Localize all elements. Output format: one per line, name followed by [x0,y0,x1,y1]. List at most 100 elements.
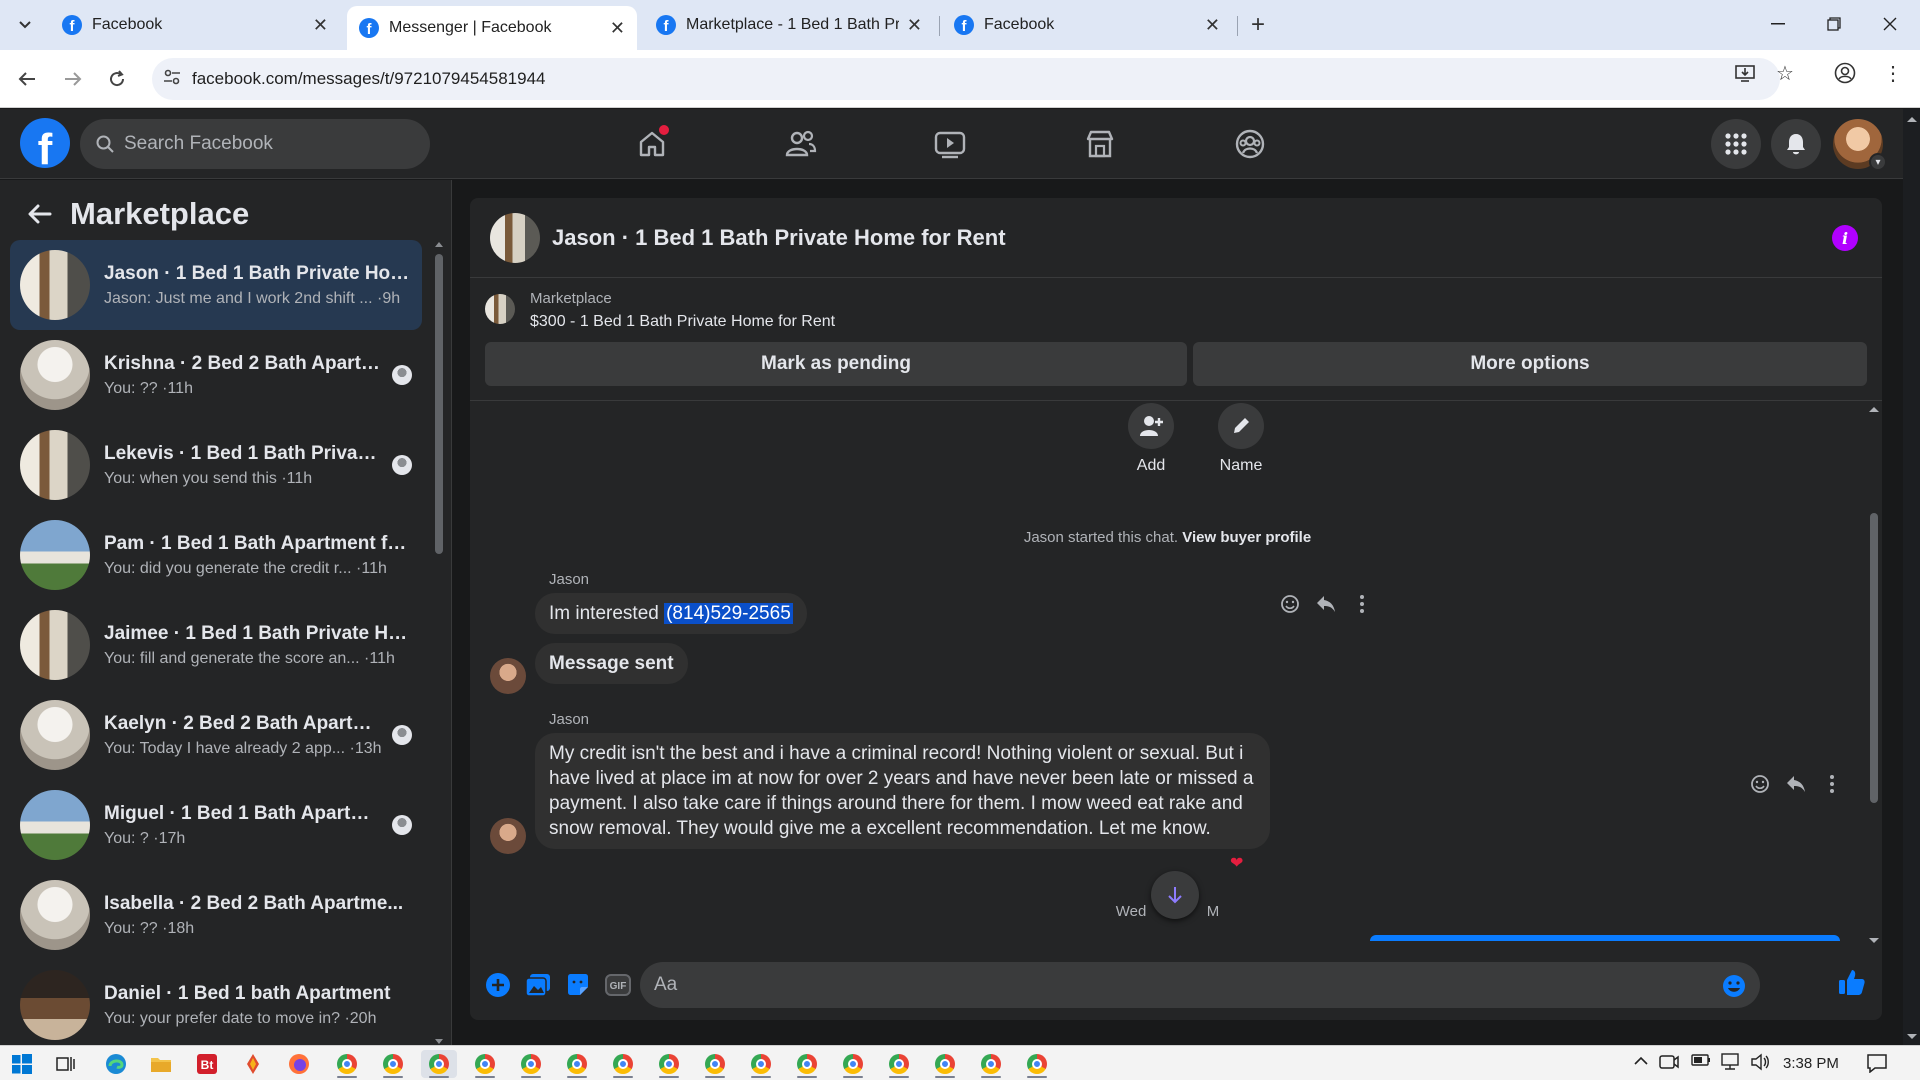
close-tab-icon[interactable]: ✕ [907,15,922,36]
chrome-taskbar-icon[interactable] [513,1050,549,1078]
mark-as-pending-button[interactable]: Mark as pending [485,342,1187,386]
scrollbar-thumb[interactable] [435,254,443,554]
restore-button[interactable] [1814,8,1854,40]
app-icon[interactable] [235,1050,271,1078]
chrome-taskbar-icon[interactable] [651,1050,687,1078]
conversation-item[interactable]: Jason · 1 Bed 1 Bath Private Hom... Jason… [10,240,422,330]
browser-tab-3[interactable]: f Marketplace - 1 Bed 1 Bath Priv ✕ [644,6,934,44]
install-app-icon[interactable] [1730,58,1760,88]
chrome-taskbar-icon[interactable] [1019,1050,1055,1078]
minimize-button[interactable] [1758,8,1798,40]
conversation-item[interactable]: Kaelyn · 2 Bed 2 Bath Apartm... You: Toda… [10,690,422,780]
back-arrow-icon[interactable] [20,194,60,234]
close-window-button[interactable] [1870,8,1910,40]
tab-search-dropdown[interactable] [10,11,40,39]
chat-listing-thumbnail[interactable] [490,212,540,263]
facebook-search[interactable] [80,119,430,169]
network-icon[interactable] [1719,1053,1741,1075]
menu-button[interactable] [1711,119,1761,169]
clock[interactable]: 3:38 PM [1783,1055,1839,1072]
chrome-taskbar-icon[interactable] [927,1050,963,1078]
chrome-taskbar-icon[interactable] [789,1050,825,1078]
close-tab-icon[interactable]: ✕ [610,18,625,39]
chrome-taskbar-icon[interactable] [835,1050,871,1078]
profile-icon[interactable] [1830,58,1860,88]
gif-icon[interactable]: GIF [598,965,638,1005]
message-bubble[interactable]: My credit isn't the best and i have a cr… [535,733,1270,849]
conversation-item[interactable]: Krishna · 2 Bed 2 Bath Apartm... You: ?? … [10,330,422,420]
react-icon[interactable] [1272,594,1308,614]
message-bubble[interactable]: Im interested (814)529-2565 [535,593,807,634]
browser-menu-icon[interactable]: ⋮ [1878,58,1908,88]
thumbs-up-icon[interactable] [1838,968,1866,1001]
chrome-taskbar-icon[interactable] [743,1050,779,1078]
firefox-icon[interactable] [281,1050,317,1078]
chrome-taskbar-icon[interactable] [329,1050,365,1078]
conversation-item[interactable]: Jaimee · 1 Bed 1 Bath Private Ho... You: … [10,600,422,690]
bookmark-star-icon[interactable]: ☆ [1770,58,1800,88]
browser-tab-1[interactable]: f Facebook ✕ [50,6,340,44]
scroll-to-bottom-button[interactable] [1151,871,1199,919]
watch-nav[interactable] [905,119,995,169]
chat-title[interactable]: Jason · 1 Bed 1 Bath Private Home for Re… [552,225,1006,251]
browser-tab-4[interactable]: f Facebook ✕ [942,6,1232,44]
browser-tab-2[interactable]: f Messenger | Facebook ✕ [347,6,637,50]
chrome-taskbar-icon[interactable] [375,1050,411,1078]
home-nav[interactable] [607,119,697,169]
bt-app-icon[interactable]: Bt [189,1050,225,1078]
info-icon[interactable]: i [1832,225,1858,251]
forward-button[interactable] [58,64,88,94]
reply-icon[interactable] [1778,775,1814,793]
marketplace-nav[interactable] [1055,119,1145,169]
plus-circle-icon[interactable] [478,965,518,1005]
react-icon[interactable] [1742,774,1778,794]
new-tab-button[interactable]: + [1243,10,1273,40]
close-tab-icon[interactable]: ✕ [1205,15,1220,36]
site-info-icon[interactable] [152,69,192,90]
message-input[interactable] [654,974,1704,996]
emoji-icon[interactable] [1722,974,1746,1003]
edge-browser-icon[interactable] [98,1050,134,1078]
sticker-icon[interactable] [558,965,598,1005]
photo-icon[interactable] [518,965,558,1005]
listing-thumbnail[interactable] [485,294,515,324]
close-tab-icon[interactable]: ✕ [313,15,328,36]
name-util[interactable]: Name [1211,403,1271,475]
facebook-logo-icon[interactable]: f [20,118,70,168]
notification-center-icon[interactable] [1866,1053,1888,1077]
reload-button[interactable] [102,64,132,94]
chrome-taskbar-icon[interactable] [467,1050,503,1078]
more-options-button[interactable]: More options [1193,342,1867,386]
search-input[interactable] [124,133,404,155]
groups-nav[interactable] [1205,119,1295,169]
conversation-item[interactable]: Lekevis · 1 Bed 1 Bath Private ... You: w… [10,420,422,510]
sidebar-scrollbar[interactable] [432,240,444,1044]
sender-avatar[interactable] [490,658,526,694]
selected-phone-number[interactable]: (814)529-2565 [664,603,793,624]
conversation-item[interactable]: Miguel · 1 Bed 1 Bath Apartme... You: ? ·… [10,780,422,870]
scrollbar-thumb[interactable] [1870,513,1878,803]
omnibox[interactable]: facebook.com/messages/t/9721079454581944 [152,58,1780,100]
conversation-item[interactable]: Daniel · 1 Bed 1 bath Apartment You: your… [10,960,422,1040]
chrome-taskbar-icon[interactable] [973,1050,1009,1078]
view-buyer-profile-link[interactable]: View buyer profile [1182,529,1311,546]
reply-icon[interactable] [1308,595,1344,613]
chat-scrollbar[interactable] [1865,403,1882,943]
battery-icon[interactable] [1691,1053,1711,1071]
chrome-taskbar-icon[interactable] [421,1050,457,1078]
message-bubble[interactable]: Message sent [535,643,688,684]
windows-start-icon[interactable] [4,1050,40,1078]
back-button[interactable] [12,64,42,94]
sender-avatar[interactable] [490,818,526,854]
meet-now-icon[interactable] [1659,1053,1679,1075]
chrome-taskbar-icon[interactable] [605,1050,641,1078]
file-explorer-icon[interactable] [143,1050,179,1078]
task-view-icon[interactable] [48,1050,84,1078]
chrome-taskbar-icon[interactable] [559,1050,595,1078]
more-icon[interactable] [1814,775,1850,793]
conversation-item[interactable]: Pam · 1 Bed 1 Bath Apartment fo... You: d… [10,510,422,600]
chrome-taskbar-icon[interactable] [697,1050,733,1078]
tray-overflow-icon[interactable] [1634,1053,1648,1070]
page-scrollbar[interactable] [1903,109,1920,1045]
conversation-item[interactable]: Isabella · 2 Bed 2 Bath Apartme... You: ?… [10,870,422,960]
